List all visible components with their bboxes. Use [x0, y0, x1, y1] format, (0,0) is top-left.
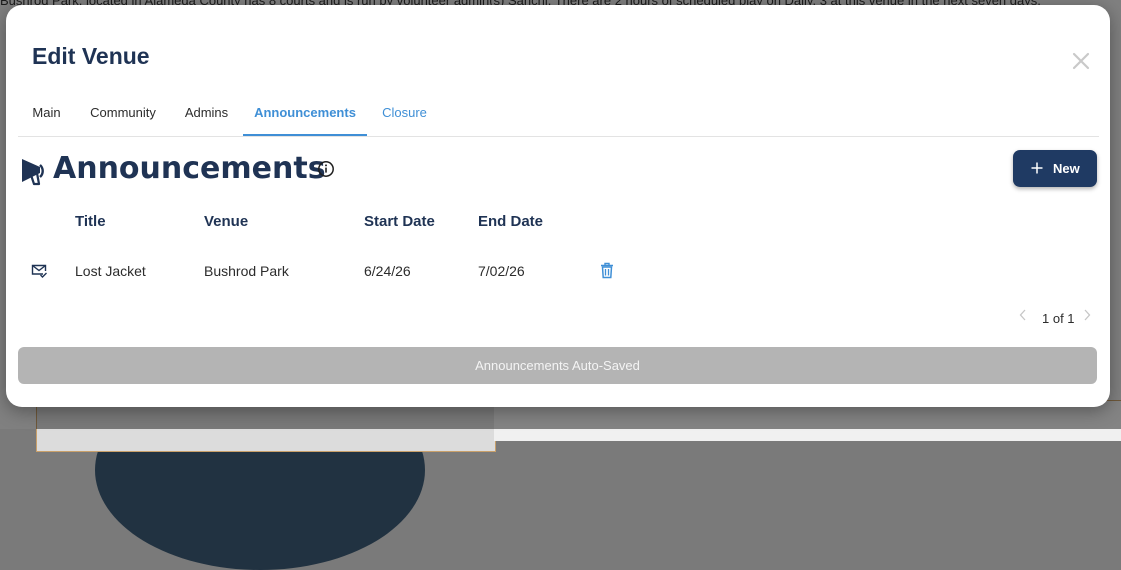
modal-title: Edit Venue	[32, 43, 150, 69]
pagination-prev-icon[interactable]	[1019, 309, 1027, 324]
tab-community[interactable]: Community	[89, 101, 157, 135]
row-title: Lost Jacket	[75, 263, 146, 279]
info-icon[interactable]	[317, 160, 335, 178]
close-icon[interactable]	[1069, 49, 1093, 73]
tab-closure[interactable]: Closure	[382, 101, 427, 135]
trash-icon[interactable]	[599, 262, 615, 279]
plus-icon	[1031, 159, 1043, 177]
column-header-start-date: Start Date	[364, 213, 435, 230]
row-start-date: 6/24/26	[364, 263, 411, 279]
pagination-next-icon[interactable]	[1083, 309, 1091, 324]
table-row[interactable]: Lost Jacket Bushrod Park 6/24/26 7/02/26	[18, 249, 1099, 293]
tab-announcements[interactable]: Announcements	[243, 101, 367, 136]
tab-admins[interactable]: Admins	[184, 101, 229, 135]
section-title: Announcements	[53, 151, 326, 186]
column-header-venue: Venue	[204, 213, 249, 230]
tab-bar: Main Community Admins Announcements Clos…	[18, 101, 1099, 137]
column-header-end-date: End Date	[478, 213, 544, 230]
mail-check-icon[interactable]	[30, 262, 48, 280]
tab-main[interactable]: Main	[31, 101, 62, 135]
new-announcement-button[interactable]: New	[1013, 150, 1097, 187]
new-button-label: New	[1053, 161, 1080, 176]
autosave-status-button: Announcements Auto-Saved	[18, 347, 1097, 384]
row-venue: Bushrod Park	[204, 263, 289, 279]
megaphone-icon	[20, 156, 50, 186]
pagination-status: 1 of 1	[1042, 311, 1075, 326]
row-end-date: 7/02/26	[478, 263, 525, 279]
edit-venue-modal: Edit Venue Main Community Admins Announc…	[6, 5, 1110, 407]
column-header-title: Title	[75, 213, 106, 230]
